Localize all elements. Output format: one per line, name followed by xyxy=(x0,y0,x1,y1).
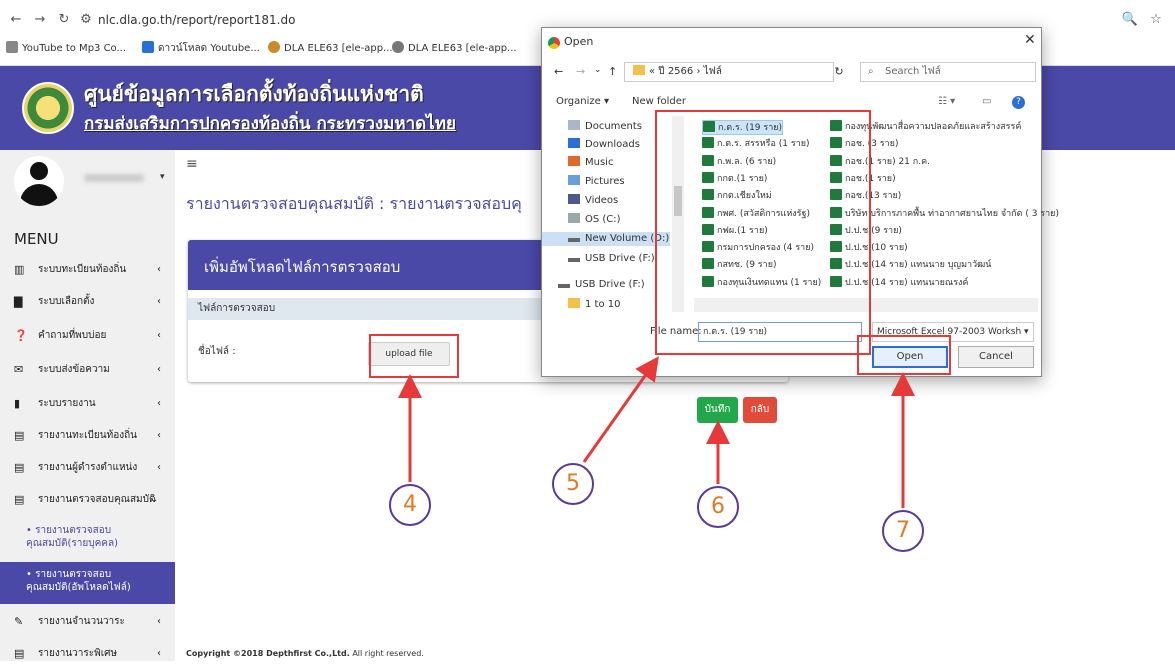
annotation-step-7: 6 xyxy=(697,486,739,528)
annotation-step-6: 7 xyxy=(882,510,924,552)
arrow-5 xyxy=(582,356,659,463)
annotation-step-5: 5 xyxy=(552,463,594,505)
annotation-arrows xyxy=(398,356,915,508)
annotation-step-4: 4 xyxy=(389,484,431,526)
